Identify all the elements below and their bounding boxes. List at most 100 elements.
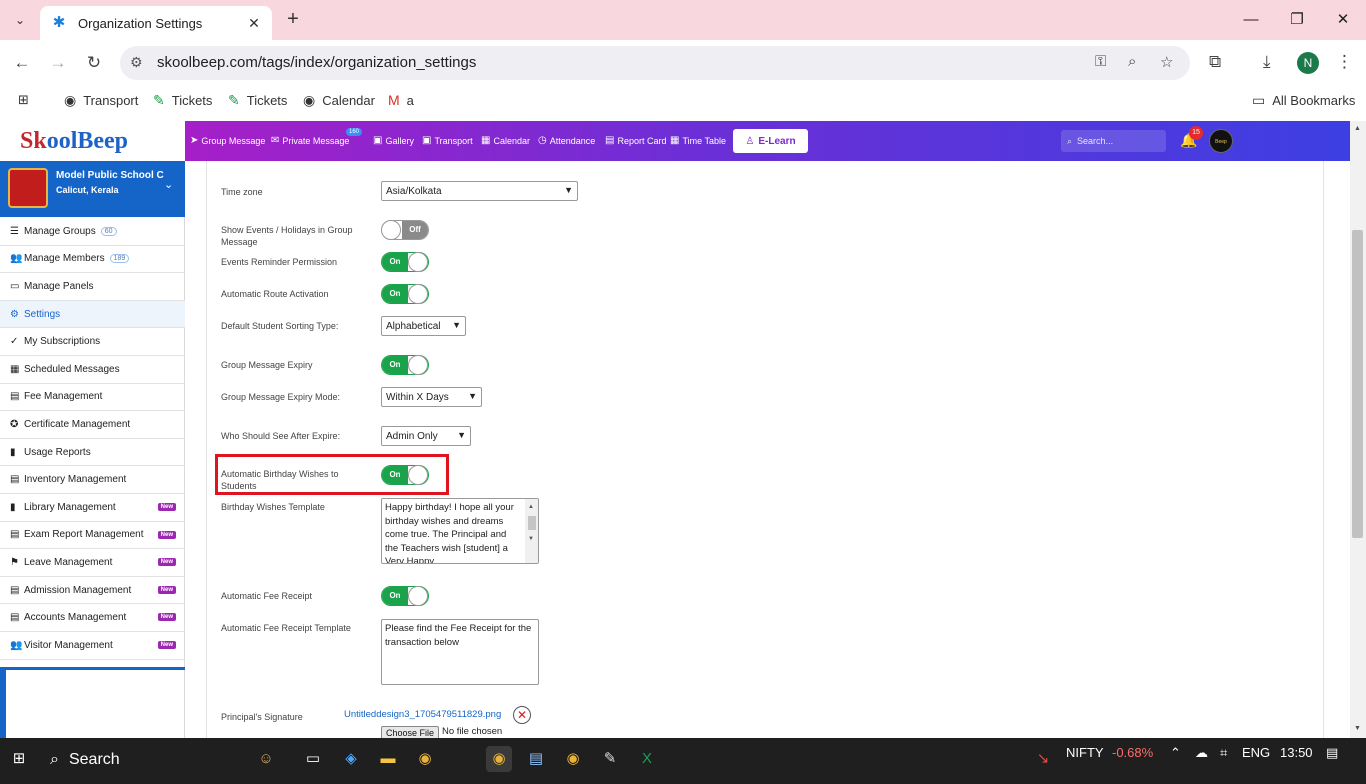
tab-search-chevron-icon[interactable]: ⌄ (8, 8, 32, 32)
sidebar-item-inventory-management[interactable]: ▤ Inventory Management (0, 466, 185, 494)
sidebar-item-leave-management[interactable]: ⚑ Leave Management New (0, 549, 185, 577)
sidebar-item-scheduled-messages[interactable]: ▦ Scheduled Messages (0, 356, 185, 384)
page-scrollbar[interactable]: ▲ ▼ (1350, 121, 1366, 738)
all-bookmarks[interactable]: ▭ All Bookmarks (1252, 92, 1355, 109)
bookmark-transport[interactable]: ◉ Transport (64, 92, 138, 109)
extensions-icon[interactable]: ⧉ (1209, 52, 1221, 72)
sidebar-item-manage-panels[interactable]: ▭ Manage Panels (0, 273, 185, 301)
chrome-icon[interactable]: ◉ (412, 746, 438, 772)
show-events-toggle[interactable]: Off (381, 220, 429, 240)
file-explorer-icon[interactable]: ▬ (375, 746, 401, 772)
send-icon: ➤ (190, 135, 199, 146)
logo-area[interactable]: SkoolBeep (0, 121, 185, 161)
sidebar-item-manage-members[interactable]: 👥 Manage Members 189 (0, 246, 185, 274)
scroll-down-icon[interactable]: ▼ (528, 533, 534, 547)
site-info-icon[interactable]: ⚙ (130, 54, 143, 71)
bookmark-gmail[interactable]: Ma (388, 92, 414, 108)
user-avatar[interactable]: Beep (1209, 129, 1233, 153)
sidebar-item-usage-reports[interactable]: ▮ Usage Reports (0, 439, 185, 467)
sidebar-item-admission-management[interactable]: ▤ Admission Management New (0, 577, 185, 605)
profile-avatar[interactable]: N (1297, 52, 1319, 74)
stock-chart-icon[interactable]: ↘ (1030, 746, 1056, 772)
nav-transport[interactable]: ▣ Transport (422, 135, 473, 146)
scroll-up-icon[interactable]: ▲ (528, 501, 534, 515)
address-bar[interactable]: ⚙ skoolbeep.com/tags/index/organization_… (120, 46, 1190, 80)
sidebar-item-manage-groups[interactable]: ☰ Manage Groups 60 (0, 218, 185, 246)
school-selector[interactable]: Model Public School C Calicut, Kerala ⌄ (0, 161, 185, 217)
clock-time[interactable]: 13:50 (1280, 745, 1313, 760)
paint-icon[interactable]: ✎ (597, 746, 623, 772)
taskbar-search[interactable]: ⌕ Search (50, 751, 120, 769)
auto-route-toggle[interactable]: On (381, 284, 429, 304)
tray-chevron-up-icon[interactable]: ⌃ (1170, 745, 1181, 761)
nav-time-table[interactable]: ▦ Time Table (670, 135, 726, 146)
nav-gallery[interactable]: ▣ Gallery (373, 135, 414, 146)
widget-image-icon[interactable]: ☺ (240, 746, 292, 772)
chrome-profile-icon[interactable]: ◉ (560, 746, 586, 772)
sorting-select[interactable]: Alphabetical ▼ (381, 316, 466, 336)
timezone-select[interactable]: Asia/Kolkata ▼ (381, 181, 578, 201)
app-search-input[interactable]: ⌕ Search... (1061, 130, 1166, 152)
network-icon[interactable]: ⌗ (1220, 745, 1227, 761)
sidebar-item-settings[interactable]: ⚙ Settings (0, 300, 185, 329)
download-icon[interactable]: ⤓ (1263, 52, 1271, 72)
chrome-menu-icon[interactable]: ⋮ (1336, 52, 1353, 72)
nav-private-message[interactable]: ✉ Private Message (271, 135, 349, 146)
tab-organization-settings[interactable]: ✱ Organization Settings ✕ (40, 6, 272, 40)
page-scroll-thumb[interactable] (1352, 230, 1363, 538)
chevron-down-icon[interactable]: ⌄ (164, 178, 173, 191)
back-arrow-icon[interactable]: ← (8, 50, 36, 76)
tab-close-icon[interactable]: ✕ (246, 15, 262, 32)
gm-expiry-toggle[interactable]: On (381, 355, 429, 375)
signature-file-link[interactable]: Untitleddesign3_1705479511829.png (344, 709, 501, 720)
bookmark-star-icon[interactable]: ☆ (1160, 53, 1173, 71)
minimize-icon[interactable]: — (1228, 8, 1274, 32)
notepad-icon[interactable]: ▤ (523, 746, 549, 772)
elearn-button[interactable]: ♙ E-Learn (733, 129, 808, 153)
sidebar-item-accounts-management[interactable]: ▤ Accounts Management New (0, 604, 185, 632)
birthday-template-textarea[interactable]: Happy birthday! I hope all your birthday… (381, 498, 539, 564)
who-see-select[interactable]: Admin Only ▼ (381, 426, 471, 446)
sidebar-item-visitor-management[interactable]: 👥 Visitor Management New (0, 632, 185, 660)
nav-attendance[interactable]: ◷ Attendance (538, 135, 595, 146)
sidebar-item-certificate-management[interactable]: ✪ Certificate Management (0, 411, 185, 439)
sidebar-item-exam-report-management[interactable]: ▤ Exam Report Management New (0, 522, 185, 550)
sidebar-item-fee-management[interactable]: ▤ Fee Management (0, 384, 185, 412)
window-close-icon[interactable]: ✕ (1320, 8, 1366, 32)
zoom-icon[interactable]: ⌕ (1128, 53, 1136, 70)
forward-arrow-icon[interactable]: → (44, 50, 72, 76)
remove-file-close-icon[interactable]: ✕ (513, 706, 531, 724)
nav-group-message[interactable]: ➤ Group Message (190, 135, 265, 146)
bookmark-tickets-2[interactable]: ✎ Tickets (228, 92, 287, 109)
nav-calendar[interactable]: ▦ Calendar (481, 135, 530, 146)
notification-center-icon[interactable]: ▤ (1326, 745, 1338, 761)
scroll-thumb[interactable] (528, 516, 536, 530)
sidebar-item-my-subscriptions[interactable]: ✓ My Subscriptions (0, 328, 185, 356)
password-key-icon[interactable]: ⚿ (1095, 53, 1106, 70)
task-view-icon[interactable]: ▭ (300, 746, 326, 772)
scroll-down-icon[interactable]: ▼ (1354, 725, 1361, 732)
new-tab-plus-icon[interactable]: + (282, 8, 304, 30)
nav-report-card[interactable]: ▤ Report Card (605, 135, 666, 146)
sorting-label: Default Student Sorting Type: (221, 321, 339, 331)
lang-indicator[interactable]: ENG (1242, 745, 1270, 760)
textarea-scrollbar[interactable]: ▲ ▼ (525, 499, 538, 563)
sidebar-item-library-management[interactable]: ▮ Library Management New (0, 494, 185, 522)
events-reminder-toggle[interactable]: On (381, 252, 429, 272)
cloud-icon[interactable]: ☁ (1195, 745, 1208, 761)
apps-grid-icon[interactable]: ⊞ (18, 92, 29, 108)
bookmark-tickets-1[interactable]: ✎ Tickets (153, 92, 212, 109)
url-text[interactable]: skoolbeep.com/tags/index/organization_se… (157, 54, 476, 71)
chrome-active-icon[interactable]: ◉ (486, 746, 512, 772)
gm-expiry-mode-select[interactable]: Within X Days ▼ (381, 387, 482, 407)
reload-icon[interactable]: ↻ (80, 50, 108, 76)
copilot-icon[interactable]: ◈ (338, 746, 364, 772)
scroll-up-icon[interactable]: ▲ (1354, 125, 1361, 132)
fee-receipt-toggle[interactable]: On (381, 586, 429, 606)
fee-template-textarea[interactable]: Please find the Fee Receipt for the tran… (381, 619, 539, 685)
bookmark-calendar[interactable]: ◉ Calendar (303, 92, 375, 109)
choose-file-button[interactable]: Choose File (381, 726, 440, 738)
restore-icon[interactable]: ❐ (1274, 8, 1320, 32)
windows-start-icon[interactable]: ⊞ (6, 746, 32, 772)
excel-icon[interactable]: X (634, 746, 660, 772)
